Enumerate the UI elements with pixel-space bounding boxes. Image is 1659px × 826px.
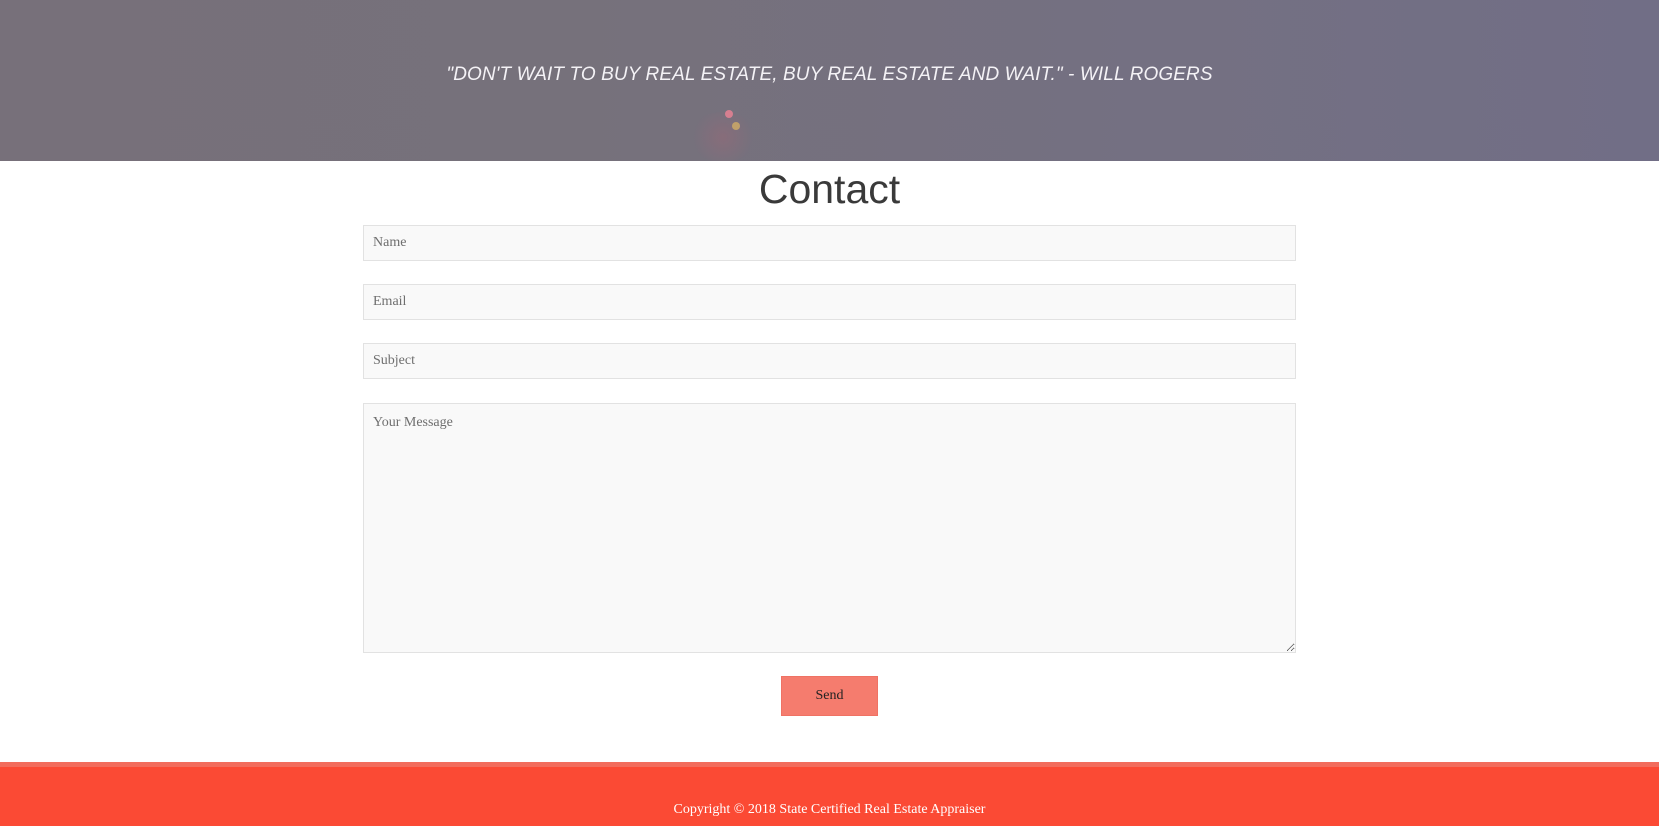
hero-background-detail <box>725 110 733 118</box>
email-field[interactable] <box>363 284 1296 320</box>
hero-background-detail <box>732 122 740 130</box>
send-button[interactable]: Send <box>781 676 878 716</box>
contact-title: Contact <box>758 166 901 212</box>
footer: Copyright © 2018 State Certified Real Es… <box>0 767 1659 826</box>
hero-banner: "DON'T WAIT TO BUY REAL ESTATE, BUY REAL… <box>0 0 1659 161</box>
name-field[interactable] <box>363 225 1296 261</box>
hero-quote: "DON'T WAIT TO BUY REAL ESTATE, BUY REAL… <box>446 64 1213 85</box>
copyright-text: Copyright © 2018 State Certified Real Es… <box>673 802 986 817</box>
hero-background-image <box>688 112 758 161</box>
message-field[interactable] <box>363 403 1296 653</box>
subject-field[interactable] <box>363 343 1296 379</box>
